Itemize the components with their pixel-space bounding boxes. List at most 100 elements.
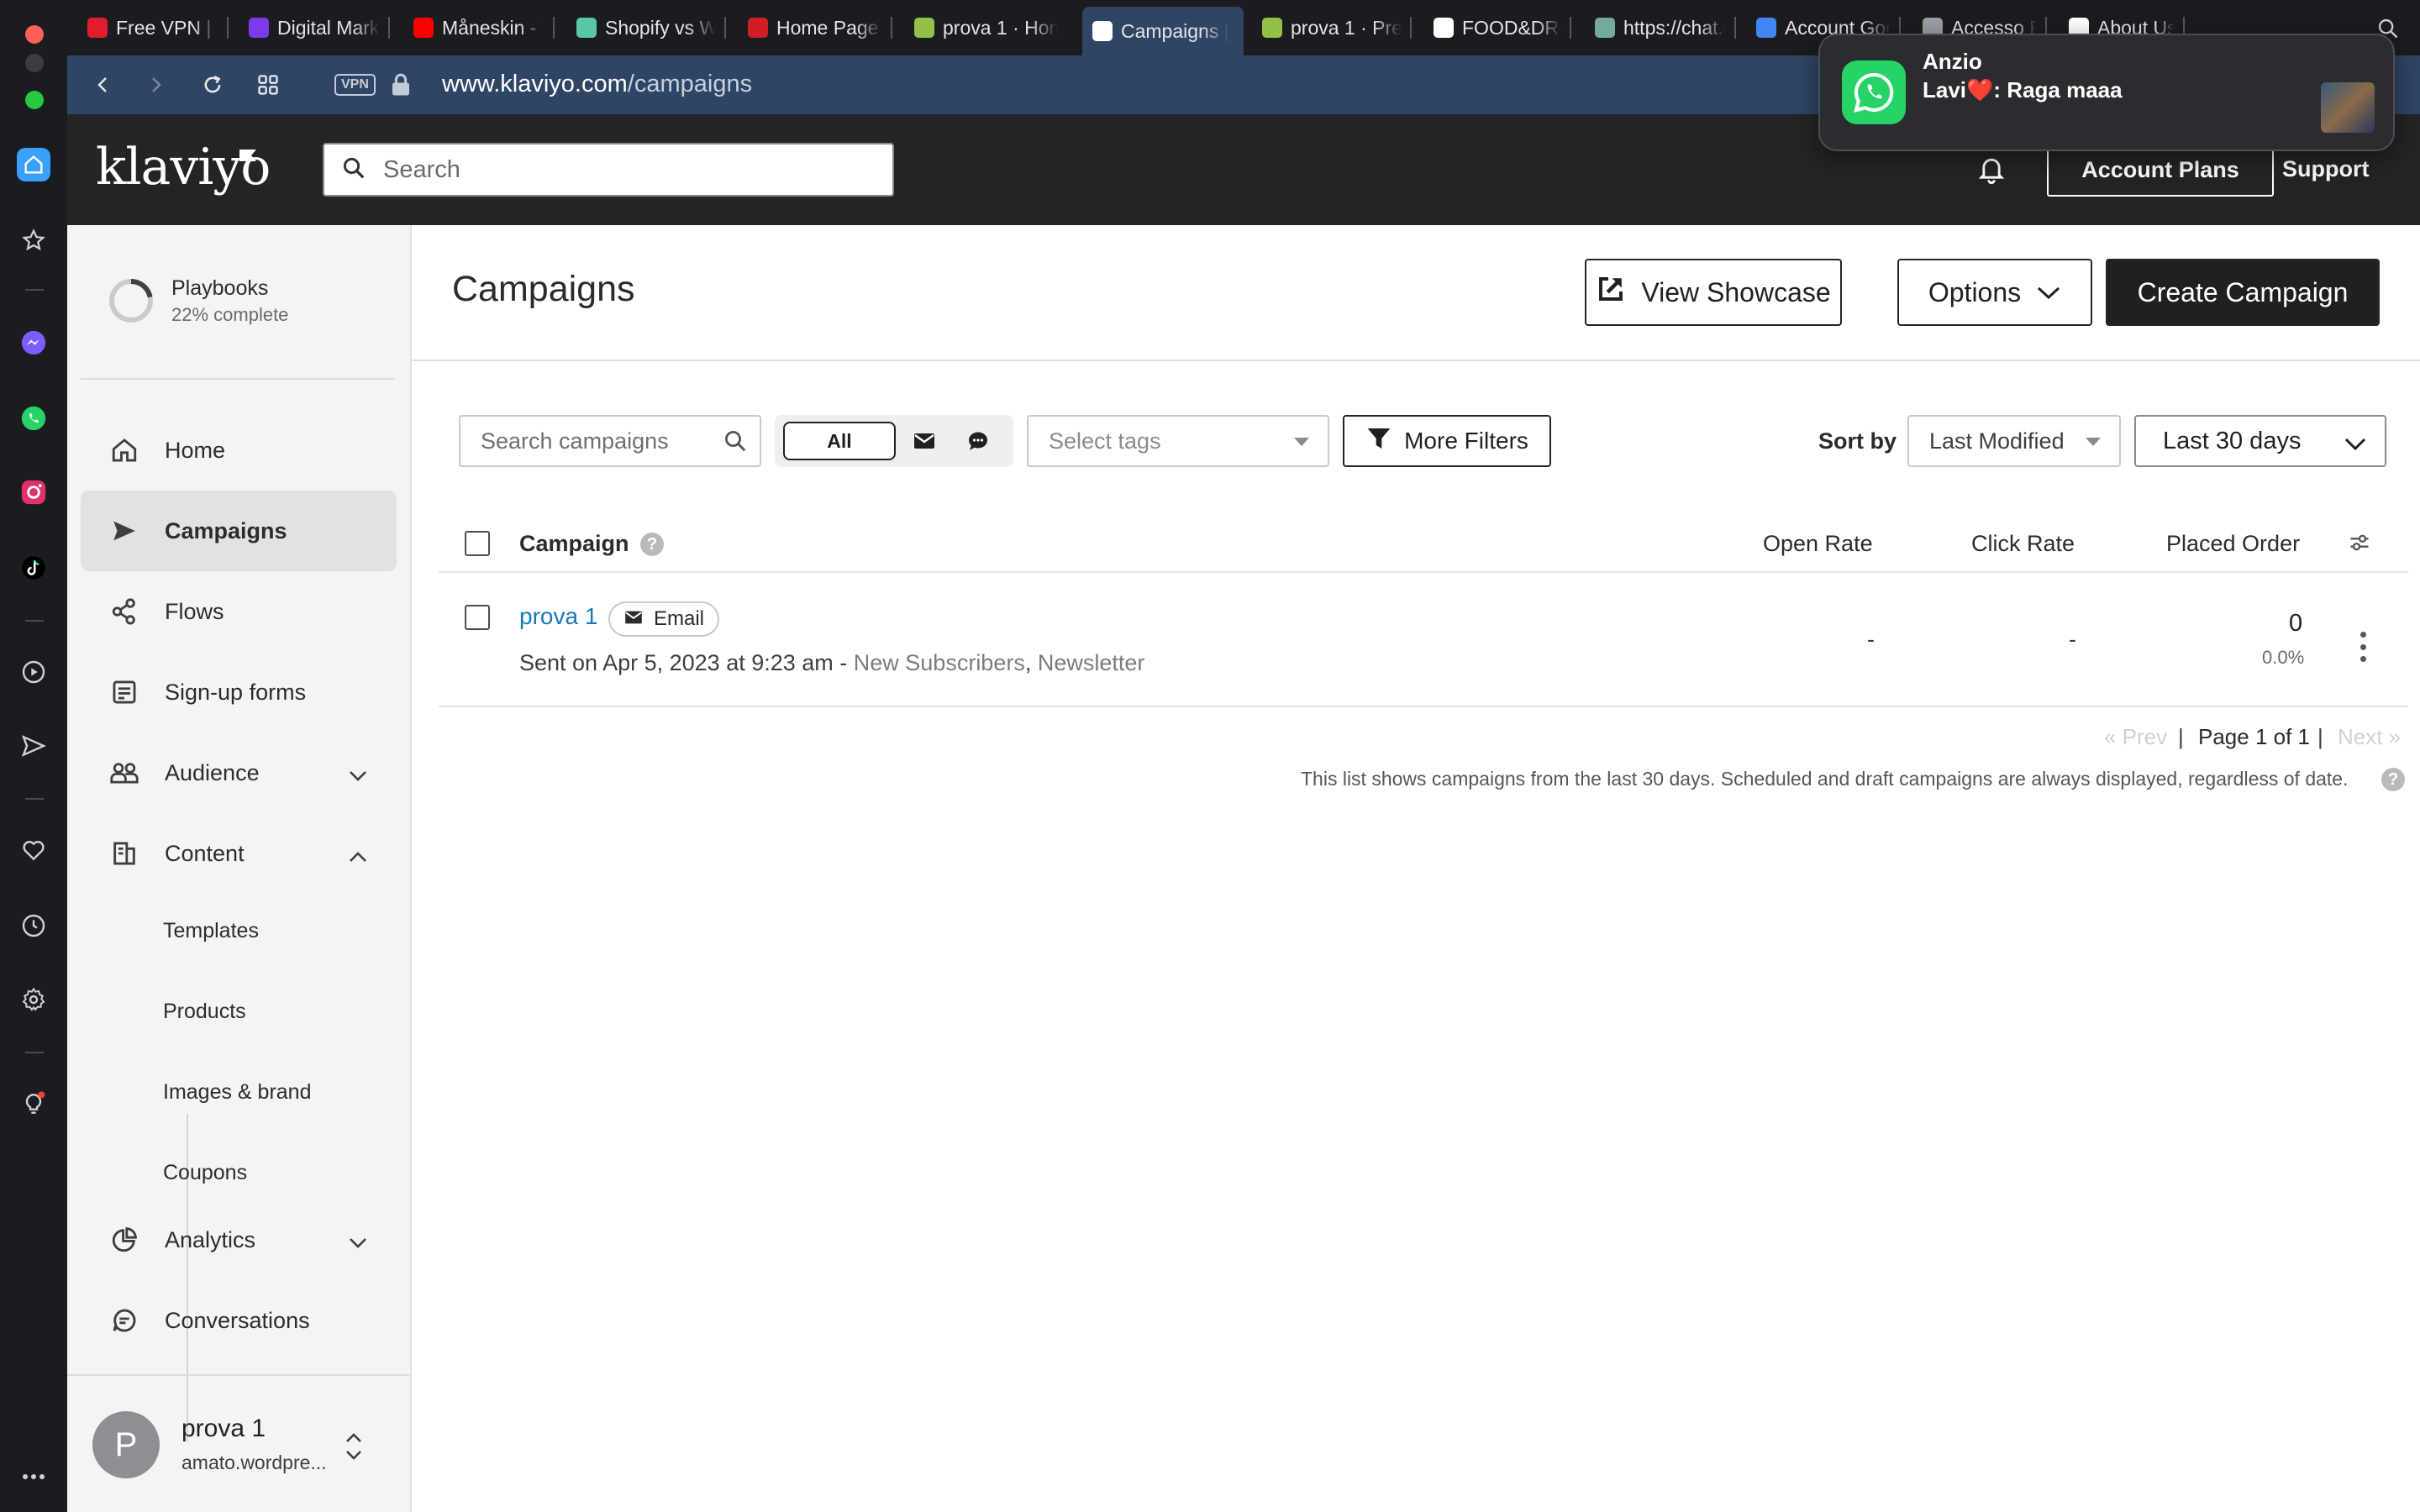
window-close-button[interactable]: [25, 25, 44, 44]
klaviyo-logo[interactable]: klaviyo: [96, 138, 271, 197]
campaign-name-link[interactable]: prova 1: [519, 603, 597, 630]
placed-order-percent: 0.0%: [2262, 647, 2305, 668]
browser-tab[interactable]: Shopify vs W: [566, 8, 726, 47]
tab-title: Campaigns |: [1121, 19, 1229, 42]
window-minimize-button[interactable]: [25, 54, 44, 72]
row-checkbox[interactable]: [465, 605, 490, 630]
next-page-link[interactable]: Next »: [2338, 724, 2401, 750]
notifications-bell-icon[interactable]: [1973, 151, 2010, 188]
list-link[interactable]: Newsletter: [1038, 650, 1145, 675]
sidebar-subitem-templates[interactable]: Templates: [163, 919, 259, 943]
reload-button[interactable]: [197, 69, 229, 101]
browser-tab[interactable]: Home Page -: [738, 8, 892, 47]
account-email: amato.wordpre...: [182, 1452, 327, 1473]
sidebar-item-analytics[interactable]: Analytics: [81, 1200, 397, 1280]
sidebar-subitem-coupons[interactable]: Coupons: [163, 1161, 247, 1185]
player-icon[interactable]: [17, 655, 50, 689]
lock-icon[interactable]: [390, 72, 412, 102]
tab-grid-button[interactable]: [252, 69, 284, 101]
help-icon[interactable]: ?: [2381, 768, 2405, 791]
column-header-campaign[interactable]: Campaign: [519, 531, 629, 557]
help-icon[interactable]: ?: [640, 533, 664, 556]
sms-icon[interactable]: [953, 422, 1003, 460]
column-header-click-rate[interactable]: Click Rate: [1971, 531, 2075, 557]
sidebar-subitem-products[interactable]: Products: [163, 1000, 246, 1024]
search-campaigns-input[interactable]: [481, 428, 716, 454]
search-icon: [341, 155, 366, 185]
sidebar-item-campaigns[interactable]: Campaigns: [81, 491, 397, 571]
sidebar-item-home[interactable]: Home: [81, 410, 397, 491]
speed-dial-icon[interactable]: [17, 148, 50, 181]
instagram-icon[interactable]: [17, 475, 50, 509]
prev-page-link[interactable]: « Prev: [2104, 724, 2167, 750]
more-icon[interactable]: [17, 1460, 50, 1494]
caret-down-icon: [1294, 438, 1309, 446]
browser-tab[interactable]: Digital Marke: [239, 8, 390, 47]
sidebar-item-flows[interactable]: Flows: [81, 571, 397, 652]
global-search-input[interactable]: [383, 155, 854, 184]
settings-icon[interactable]: [17, 983, 50, 1016]
chevron-updown-icon[interactable]: [343, 1430, 365, 1467]
row-actions-menu-icon[interactable]: [2358, 632, 2368, 662]
channel-all-button[interactable]: All: [783, 422, 896, 460]
send-icon[interactable]: [17, 729, 50, 763]
view-showcase-button[interactable]: View Showcase: [1585, 259, 1842, 326]
lightbulb-icon[interactable]: [17, 1087, 50, 1121]
browser-tab[interactable]: https://chat.c: [1585, 8, 1736, 47]
sort-by-dropdown[interactable]: Last Modified: [1907, 415, 2121, 467]
flows-icon: [109, 596, 139, 627]
tiktok-icon[interactable]: [17, 551, 50, 585]
url-field[interactable]: www.klaviyo.com/campaigns: [442, 71, 752, 98]
back-button[interactable]: [87, 69, 119, 101]
notification-title: Anzio: [1923, 49, 1982, 74]
column-settings-icon[interactable]: [2348, 531, 2371, 559]
sidebar-subitem-images-brand[interactable]: Images & brand: [163, 1080, 312, 1105]
support-link[interactable]: Support: [2282, 156, 2369, 182]
window-zoom-button[interactable]: [25, 91, 44, 109]
history-icon[interactable]: [17, 909, 50, 942]
browser-tab[interactable]: prova 1 · Hon: [904, 8, 1069, 47]
browser-tab[interactable]: Campaigns |: [1082, 7, 1244, 55]
external-link-icon: [1596, 274, 1626, 311]
column-header-open-rate[interactable]: Open Rate: [1763, 531, 1873, 557]
select-tags-dropdown[interactable]: Select tags: [1027, 415, 1329, 467]
sidebar-item-conversations[interactable]: Conversations: [81, 1280, 397, 1361]
browser-sidebar: [0, 0, 67, 1512]
messenger-icon[interactable]: [17, 326, 50, 360]
account-switcher[interactable]: P prova 1 amato.wordpre...: [92, 1401, 395, 1485]
options-button[interactable]: Options: [1897, 259, 2092, 326]
browser-tab[interactable]: prova 1 · Pref: [1252, 8, 1412, 47]
tab-title: prova 1 · Hon: [943, 16, 1059, 39]
global-search[interactable]: [323, 143, 894, 197]
browser-tab[interactable]: FOOD&DRIN: [1423, 8, 1571, 47]
list-link[interactable]: New Subscribers: [854, 650, 1025, 675]
forward-button[interactable]: [139, 69, 171, 101]
email-icon: [623, 607, 644, 631]
bookmarks-icon[interactable]: [17, 223, 50, 257]
email-icon[interactable]: [899, 422, 950, 460]
app-sidebar: Playbooks 22% complete Home Campaigns Fl…: [67, 225, 412, 1512]
sidebar-item-content[interactable]: Content: [81, 813, 397, 894]
browser-tab[interactable]: Free VPN | B: [77, 8, 229, 47]
sidebar-item-sign-up-forms[interactable]: Sign-up forms: [81, 652, 397, 732]
whatsapp-notification[interactable]: Anzio Lavi❤️: Raga maaa: [1818, 34, 2395, 151]
content-icon: [109, 838, 139, 869]
browser-tab[interactable]: Måneskin - T: [403, 8, 555, 47]
column-header-placed-order[interactable]: Placed Order: [2166, 531, 2300, 557]
vpn-badge[interactable]: VPN: [334, 74, 376, 96]
shopify-icon: [1262, 18, 1282, 38]
date-range-dropdown[interactable]: Last 30 days: [2134, 415, 2386, 467]
tab-title: https://chat.c: [1623, 16, 1726, 39]
sidebar-item-label: Home: [165, 437, 226, 463]
select-all-checkbox[interactable]: [465, 531, 490, 556]
whatsapp-icon[interactable]: [17, 402, 50, 435]
search-campaigns-field[interactable]: [459, 415, 761, 467]
date-range-footnote: This list shows campaigns from the last …: [1301, 768, 2349, 790]
create-campaign-button[interactable]: Create Campaign: [2106, 259, 2380, 326]
more-filters-button[interactable]: More Filters: [1343, 415, 1551, 467]
heart-icon[interactable]: [17, 833, 50, 867]
notification-body: Lavi❤️: Raga maaa: [1923, 77, 2123, 102]
playbooks-progress[interactable]: Playbooks 22% complete: [109, 267, 288, 334]
sidebar-item-audience[interactable]: Audience: [81, 732, 397, 813]
tab-title: Digital Marke: [277, 16, 380, 39]
